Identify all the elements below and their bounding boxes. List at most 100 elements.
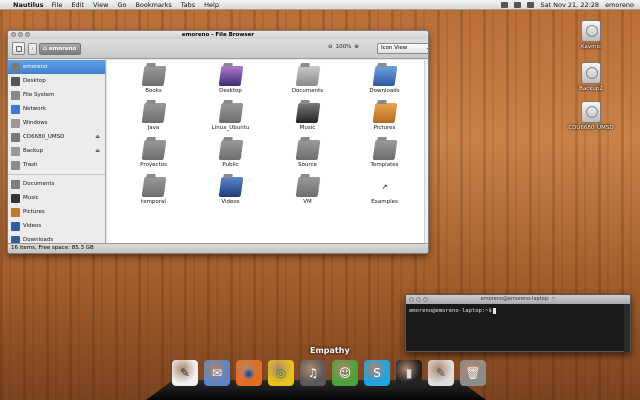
battery-icon[interactable] xyxy=(527,1,535,8)
file-item[interactable]: Templates xyxy=(346,138,423,175)
text-editor-icon[interactable]: ✎ xyxy=(428,360,454,386)
mail-icon[interactable]: ✉ xyxy=(204,360,230,386)
firefox-icon[interactable]: ◉ xyxy=(236,360,262,386)
file-item[interactable]: Documents xyxy=(269,64,346,101)
menu-bookmarks[interactable]: Bookmarks xyxy=(135,1,171,9)
file-item[interactable]: VM xyxy=(269,175,346,212)
music-player-icon[interactable]: ♫ xyxy=(300,360,326,386)
file-item[interactable]: ↗ Examples xyxy=(346,175,423,212)
file-item-label: Java xyxy=(147,125,160,131)
file-item[interactable]: temporal xyxy=(115,175,192,212)
eject-icon[interactable]: ⏏ xyxy=(95,134,100,140)
toggle-sidebar-button[interactable] xyxy=(12,42,25,55)
zoom-out-icon[interactable]: ⊖ xyxy=(328,44,333,50)
close-button[interactable] xyxy=(409,297,414,302)
sidebar-item-desktop[interactable]: Desktop xyxy=(8,74,105,88)
file-item[interactable]: Java xyxy=(115,101,192,138)
minimize-button[interactable] xyxy=(416,297,421,302)
file-item[interactable]: Pictures xyxy=(346,101,423,138)
dock-glyph: ◎ xyxy=(275,366,287,380)
clock[interactable]: Sat Nov 21, 22:28 xyxy=(540,1,599,9)
file-item[interactable]: Downloads xyxy=(346,64,423,101)
file-item[interactable]: Linux_Ubuntu xyxy=(192,101,269,138)
trash-icon[interactable]: 🗑 xyxy=(460,360,486,386)
close-button[interactable] xyxy=(11,32,16,37)
music-folder-icon xyxy=(11,193,20,203)
menu-tabs[interactable]: Tabs xyxy=(181,1,195,9)
dock-glyph: ✉ xyxy=(211,366,223,380)
drive-icon xyxy=(11,146,20,156)
menu-edit[interactable]: Edit xyxy=(71,1,84,9)
terminal-prompt[interactable]: emoreno@emoreno-laptop:~$ xyxy=(406,304,630,318)
sidebar-item-trash[interactable]: Trash xyxy=(8,158,105,172)
file-item[interactable]: Books xyxy=(115,64,192,101)
desktop-icon-usb[interactable]: CDU6680_UMSD xyxy=(567,101,615,131)
app-name[interactable]: Nautilus xyxy=(13,1,44,9)
sidebar-item-videos[interactable]: Videos xyxy=(8,219,105,233)
sidebar-item-label: Desktop xyxy=(23,78,46,84)
view-mode-value: Icon View xyxy=(381,45,408,51)
file-item-label: Books xyxy=(145,88,162,94)
menu-go[interactable]: Go xyxy=(117,1,126,9)
file-item[interactable]: Desktop xyxy=(192,64,269,101)
pictures-folder-icon xyxy=(11,207,20,217)
file-item[interactable]: Source xyxy=(269,138,346,175)
user-menu[interactable]: emoreno xyxy=(605,1,634,9)
chevron-down-icon: ⌄ xyxy=(426,44,428,53)
top-menubar: Nautilus File Edit View Go Bookmarks Tab… xyxy=(0,0,640,10)
menu-help[interactable]: Help xyxy=(204,1,219,9)
sidebar-item-backup[interactable]: Backup ⏏ xyxy=(8,144,105,158)
volume-icon[interactable] xyxy=(514,1,522,8)
terminal-icon[interactable]: ▮ xyxy=(396,360,422,386)
file-item-label: Templates xyxy=(370,162,399,168)
view-mode-select[interactable]: Icon View ⌄ xyxy=(377,43,428,54)
downloads-folder-icon xyxy=(372,66,397,86)
usb-drive-icon xyxy=(581,101,601,123)
file-item[interactable]: Public xyxy=(192,138,269,175)
dock-glyph: ✎ xyxy=(435,366,447,380)
terminal-scrollbar[interactable] xyxy=(624,304,630,352)
scrollbar[interactable] xyxy=(424,60,428,245)
file-view: Books Desktop Documents Downloads Java Linux_… xyxy=(107,60,428,245)
file-item[interactable]: Videos xyxy=(192,175,269,212)
menu-file[interactable]: File xyxy=(52,1,63,9)
skype-icon[interactable]: S xyxy=(364,360,390,386)
sidebar-item-cd6680-umsd[interactable]: CD6680_UMSD ⏏ xyxy=(8,130,105,144)
dock-glyph: ◉ xyxy=(243,366,255,380)
file-item[interactable]: Proyectos xyxy=(115,138,192,175)
sidebar-item-file-system[interactable]: File System xyxy=(8,88,105,102)
zoom-in-icon[interactable]: ⊕ xyxy=(354,44,359,50)
file-item-label: Source xyxy=(298,162,317,168)
sidebar-item-emoreno[interactable]: emoreno xyxy=(8,60,105,74)
chrome-icon[interactable]: ◎ xyxy=(268,360,294,386)
folder-icon xyxy=(218,140,243,160)
terminal-titlebar[interactable]: emoreno@emoreno-laptop: ~ xyxy=(406,295,630,304)
folder-icon xyxy=(141,177,166,197)
empathy-icon[interactable]: ☺ xyxy=(332,360,358,386)
sidebar-item-pictures[interactable]: Pictures xyxy=(8,205,105,219)
status-bar: 16 items, Free space: 85.3 GB xyxy=(8,243,428,253)
terminal-window[interactable]: emoreno@emoreno-laptop: ~ emoreno@emoren… xyxy=(405,294,631,352)
folder-icon xyxy=(141,66,166,86)
breadcrumb-back-button[interactable]: ‹ xyxy=(28,42,37,55)
breadcrumb-home[interactable]: ⌂ emoreno xyxy=(39,42,82,55)
inkscape-icon[interactable]: ✎ xyxy=(172,360,198,386)
eject-icon[interactable]: ⏏ xyxy=(95,148,100,154)
file-item[interactable]: Music xyxy=(269,101,346,138)
pictures-folder-icon xyxy=(372,103,397,123)
desktop-icon-kavmic[interactable]: Kavmic xyxy=(571,20,611,50)
menu-view[interactable]: View xyxy=(93,1,108,9)
sidebar-item-network[interactable]: Network xyxy=(8,102,105,116)
folder-icon xyxy=(141,140,166,160)
maximize-button[interactable] xyxy=(423,297,428,302)
network-icon[interactable] xyxy=(501,1,509,8)
sidebar-item-music[interactable]: Music xyxy=(8,191,105,205)
window-titlebar[interactable]: emoreno - File Browser xyxy=(8,31,428,39)
sidebar-item-documents[interactable]: Documents xyxy=(8,177,105,191)
maximize-button[interactable] xyxy=(25,32,30,37)
sidebar-item-windows[interactable]: Windows xyxy=(8,116,105,130)
breadcrumb-label: emoreno xyxy=(48,45,77,52)
file-item-label: Videos xyxy=(221,199,240,205)
desktop-icon-backup2[interactable]: Backup2 xyxy=(571,62,611,92)
minimize-button[interactable] xyxy=(18,32,23,37)
